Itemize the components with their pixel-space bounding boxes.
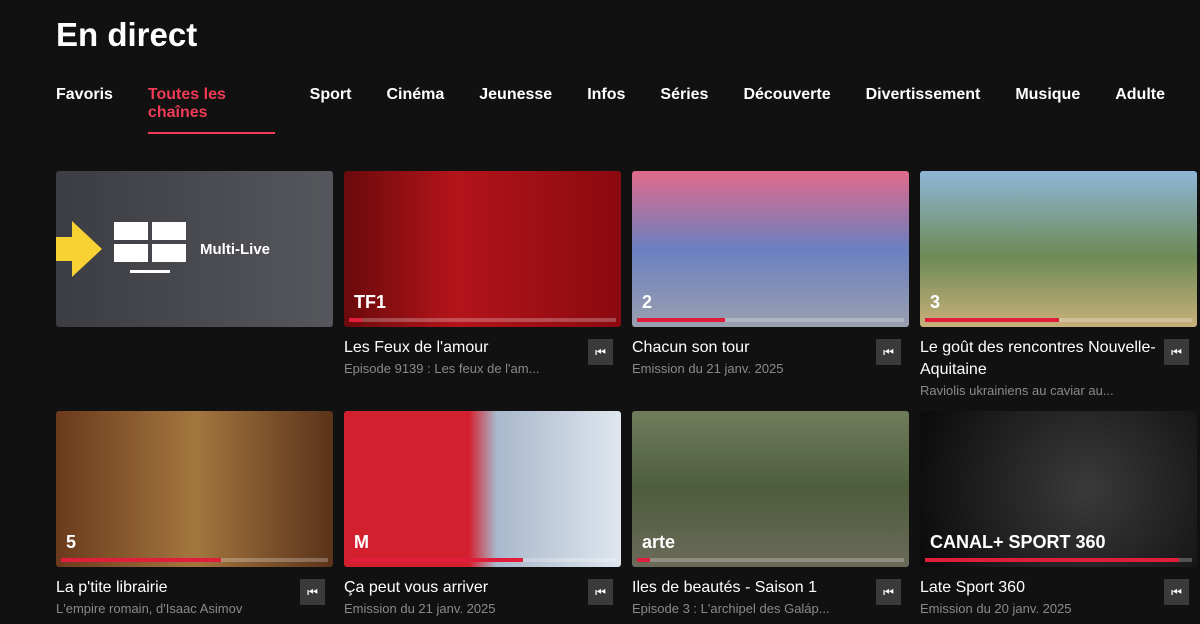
tab-infos[interactable]: Infos bbox=[587, 86, 625, 134]
restart-button[interactable]: ⏮ bbox=[876, 339, 901, 365]
multi-live-label: Multi-Live bbox=[200, 240, 270, 258]
channel-thumbnail[interactable]: 2 bbox=[632, 171, 909, 327]
skip-back-icon: ⏮ bbox=[595, 344, 606, 359]
tab-s-ries[interactable]: Séries bbox=[660, 86, 708, 134]
program-title: Ça peut vous arriver bbox=[344, 579, 489, 596]
skip-back-icon: ⏮ bbox=[883, 344, 894, 359]
program-title: Le goût des rencontres Nouvelle-Aquitain… bbox=[920, 339, 1156, 378]
program-title: Late Sport 360 bbox=[920, 579, 1025, 596]
progress-bar bbox=[349, 558, 616, 562]
skip-back-icon: ⏮ bbox=[883, 584, 894, 599]
progress-bar bbox=[637, 558, 904, 562]
program-title: Iles de beautés - Saison 1 bbox=[632, 579, 818, 596]
program-title: La p'tite librairie bbox=[56, 579, 168, 596]
program-subtitle: Emission du 21 janv. 2025 bbox=[632, 361, 784, 376]
tab-toutes-les-cha-nes[interactable]: Toutes les chaînes bbox=[147, 86, 275, 134]
restart-button[interactable]: ⏮ bbox=[588, 579, 613, 605]
channel-thumbnail[interactable]: arte bbox=[632, 411, 909, 567]
progress-bar bbox=[349, 318, 616, 322]
channel-logo: M bbox=[354, 532, 369, 552]
channel-card[interactable]: 2 Chacun son tour Emission du 21 janv. 2… bbox=[632, 171, 909, 376]
channel-thumbnail[interactable]: 3 bbox=[920, 171, 1197, 327]
channel-thumbnail[interactable]: CANAL+ SPORT 360 bbox=[920, 411, 1197, 567]
program-subtitle: Emission du 20 janv. 2025 bbox=[920, 601, 1072, 616]
channel-logo: TF1 bbox=[354, 292, 387, 312]
progress-bar bbox=[637, 318, 904, 322]
restart-button[interactable]: ⏮ bbox=[876, 579, 901, 605]
channel-thumbnail[interactable]: TF1 bbox=[344, 171, 621, 327]
tab-jeunesse[interactable]: Jeunesse bbox=[479, 86, 552, 134]
channel-logo: 3 bbox=[930, 292, 941, 312]
channel-card[interactable]: TF1 Les Feux de l'amour Episode 9139 : L… bbox=[344, 171, 621, 376]
progress-bar bbox=[61, 558, 328, 562]
skip-back-icon: ⏮ bbox=[307, 584, 318, 599]
arrow-right-icon bbox=[56, 221, 102, 277]
grid-screen-icon bbox=[114, 222, 186, 273]
program-title: Les Feux de l'amour bbox=[344, 339, 489, 356]
channel-thumbnail[interactable]: 5 bbox=[56, 411, 333, 567]
channel-logo: arte bbox=[642, 532, 676, 552]
restart-button[interactable]: ⏮ bbox=[300, 579, 325, 605]
channel-card[interactable]: M Ça peut vous arriver Emission du 21 ja… bbox=[344, 411, 621, 616]
program-subtitle: L'empire romain, d'Isaac Asimov bbox=[56, 601, 243, 616]
tab-favoris[interactable]: Favoris bbox=[56, 86, 113, 134]
channel-logo: CANAL+ SPORT 360 bbox=[930, 532, 1106, 552]
skip-back-icon: ⏮ bbox=[1171, 344, 1182, 359]
restart-button[interactable]: ⏮ bbox=[1164, 339, 1189, 365]
program-title: Chacun son tour bbox=[632, 339, 750, 356]
channel-card[interactable]: CANAL+ SPORT 360 Late Sport 360 Emission… bbox=[920, 411, 1197, 616]
progress-bar bbox=[925, 558, 1192, 562]
restart-button[interactable]: ⏮ bbox=[588, 339, 613, 365]
multi-live-card[interactable]: Multi-Live bbox=[56, 171, 333, 327]
channel-thumbnail[interactable]: M bbox=[344, 411, 621, 567]
tab-sport[interactable]: Sport bbox=[310, 86, 352, 134]
skip-back-icon: ⏮ bbox=[595, 584, 606, 599]
program-subtitle: Episode 9139 : Les feux de l'am... bbox=[344, 361, 540, 376]
category-tabs: Favoris Toutes les chaînes Sport Cinéma Jeun… bbox=[56, 86, 1200, 134]
channel-logo: 2 bbox=[642, 292, 653, 312]
restart-button[interactable]: ⏮ bbox=[1164, 579, 1189, 605]
channel-card[interactable]: 3 Le goût des rencontres Nouvelle-Aquita… bbox=[920, 171, 1197, 398]
progress-bar bbox=[925, 318, 1192, 322]
program-subtitle: Raviolis ukrainiens au caviar au... bbox=[920, 383, 1114, 398]
page-title: En direct bbox=[56, 16, 198, 53]
channel-card[interactable]: 5 La p'tite librairie L'empire romain, d… bbox=[56, 411, 333, 616]
tab-cin-ma[interactable]: Cinéma bbox=[386, 86, 444, 134]
tab-musique[interactable]: Musique bbox=[1015, 86, 1080, 134]
tab-adulte[interactable]: Adulte bbox=[1115, 86, 1165, 134]
channel-logo: 5 bbox=[66, 532, 77, 552]
tab-divertissement[interactable]: Divertissement bbox=[866, 86, 981, 134]
channel-card[interactable]: arte Iles de beautés - Saison 1 Episode … bbox=[632, 411, 909, 616]
program-subtitle: Emission du 21 janv. 2025 bbox=[344, 601, 496, 616]
tab-d-couverte[interactable]: Découverte bbox=[743, 86, 830, 134]
program-subtitle: Episode 3 : L'archipel des Galáp... bbox=[632, 601, 830, 616]
skip-back-icon: ⏮ bbox=[1171, 584, 1182, 599]
